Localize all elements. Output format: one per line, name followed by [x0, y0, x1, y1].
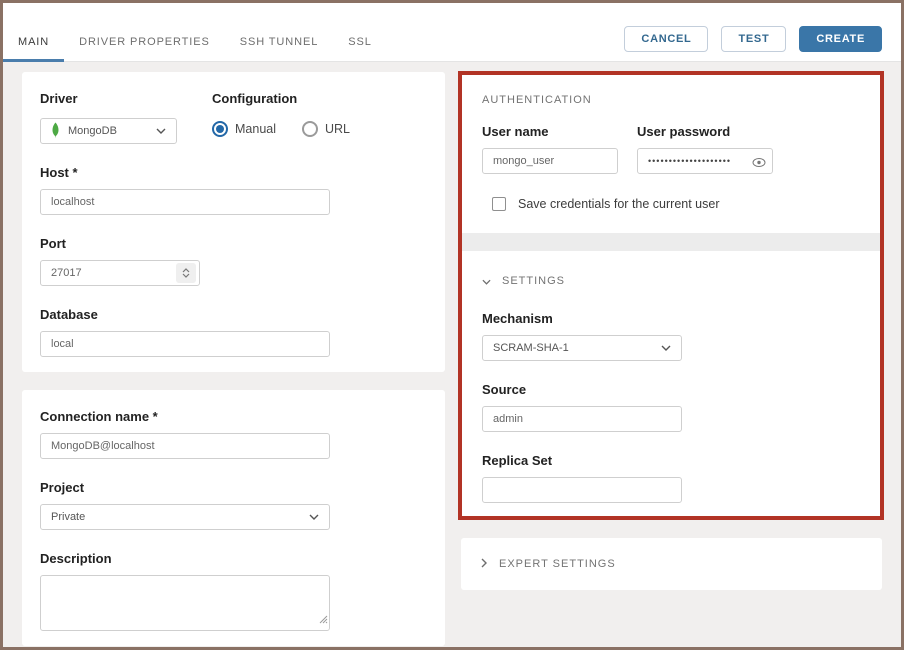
user-name-input[interactable]: [482, 148, 618, 174]
chevron-down-icon: [661, 342, 671, 354]
expert-settings-card: EXPERT SETTINGS: [461, 538, 882, 590]
mechanism-label: Mechanism: [482, 311, 860, 326]
radio-url[interactable]: URL: [302, 121, 350, 137]
project-select[interactable]: Private: [40, 504, 330, 530]
driver-select[interactable]: MongoDB: [40, 118, 177, 144]
authentication-panel: AUTHENTICATION User name User password: [458, 71, 884, 520]
chevron-right-icon: [481, 555, 487, 573]
tab-main[interactable]: MAIN: [3, 12, 64, 62]
radio-url-label: URL: [325, 122, 350, 136]
radio-url-control[interactable]: [302, 121, 318, 137]
mongodb-leaf-icon: [51, 122, 60, 141]
cancel-button[interactable]: CANCEL: [624, 26, 708, 52]
dialog-header: MAIN DRIVER PROPERTIES SSH TUNNEL SSL CA…: [3, 3, 901, 62]
mechanism-select[interactable]: SCRAM-SHA-1: [482, 335, 682, 361]
radio-manual-control[interactable]: [212, 121, 228, 137]
create-button[interactable]: CREATE: [799, 26, 882, 52]
connection-name-input[interactable]: [40, 433, 330, 459]
connection-name-label: Connection name *: [40, 409, 427, 424]
tab-ssl[interactable]: SSL: [333, 12, 387, 62]
chevron-down-icon: [482, 272, 491, 290]
dialog-actions: CANCEL TEST CREATE: [624, 26, 882, 52]
source-label: Source: [482, 382, 860, 397]
show-password-eye-icon[interactable]: [752, 155, 766, 173]
project-label: Project: [40, 480, 427, 495]
description-label: Description: [40, 551, 427, 566]
user-name-label: User name: [482, 124, 618, 139]
save-credentials-checkbox[interactable]: [492, 197, 506, 211]
port-stepper[interactable]: [176, 263, 196, 283]
replica-set-label: Replica Set: [482, 453, 860, 468]
settings-section-title: SETTINGS: [502, 275, 565, 287]
configuration-label: Configuration: [212, 91, 350, 106]
mechanism-select-value: SCRAM-SHA-1: [493, 342, 569, 354]
radio-manual-label: Manual: [235, 122, 276, 136]
tab-ssh-tunnel[interactable]: SSH TUNNEL: [225, 12, 333, 62]
host-input[interactable]: [40, 189, 330, 215]
section-divider: [462, 233, 880, 251]
database-input[interactable]: [40, 331, 330, 357]
port-label: Port: [40, 236, 427, 251]
test-button[interactable]: TEST: [721, 26, 786, 52]
connection-dialog: MAIN DRIVER PROPERTIES SSH TUNNEL SSL CA…: [3, 3, 901, 647]
authentication-section-title: AUTHENTICATION: [482, 94, 860, 106]
general-settings-card: Connection name * Project Private Descri…: [22, 390, 445, 646]
tab-driver-properties[interactable]: DRIVER PROPERTIES: [64, 12, 225, 62]
driver-settings-card: Driver MongoDB Configuration Manual: [22, 72, 445, 372]
save-credentials-row[interactable]: Save credentials for the current user: [492, 197, 860, 211]
replica-set-input[interactable]: [482, 477, 682, 503]
driver-select-value: MongoDB: [68, 125, 117, 137]
radio-manual[interactable]: Manual: [212, 121, 276, 137]
save-credentials-label: Save credentials for the current user: [518, 197, 720, 211]
chevron-down-icon: [156, 125, 166, 137]
settings-collapsible-header[interactable]: SETTINGS: [482, 272, 860, 290]
expert-settings-collapsible-header[interactable]: EXPERT SETTINGS: [481, 555, 616, 573]
database-label: Database: [40, 307, 427, 322]
user-password-label: User password: [637, 124, 773, 139]
tab-bar: MAIN DRIVER PROPERTIES SSH TUNNEL SSL: [3, 12, 387, 62]
expert-settings-title: EXPERT SETTINGS: [499, 558, 616, 570]
project-select-value: Private: [51, 511, 85, 523]
host-label: Host *: [40, 165, 427, 180]
source-input[interactable]: [482, 406, 682, 432]
chevron-down-icon: [309, 511, 319, 523]
driver-label: Driver: [40, 91, 212, 106]
description-textarea[interactable]: [40, 575, 330, 631]
